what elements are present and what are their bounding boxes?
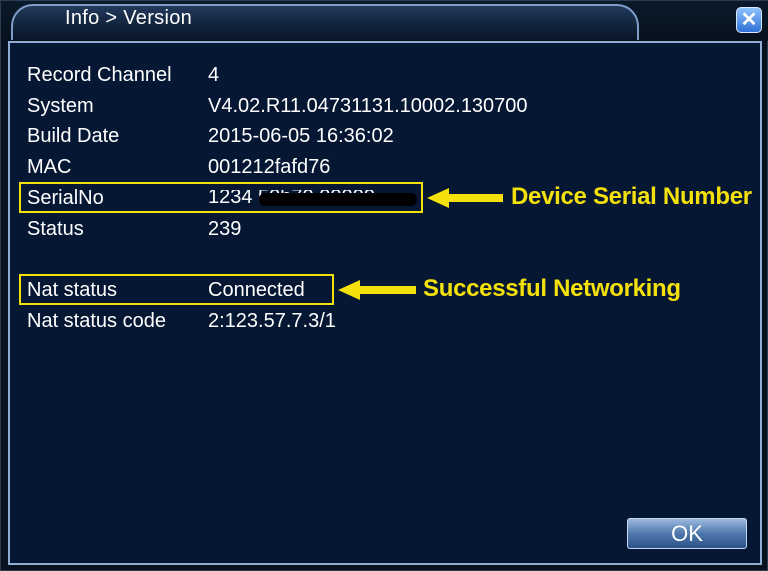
mac-value: 001212fafd76 bbox=[208, 156, 331, 178]
nat-highlight-box bbox=[19, 274, 334, 305]
title-bar: Info > Version ✕ bbox=[1, 1, 768, 41]
nat-status-code-value: 2:123.57.7.3/1 bbox=[208, 310, 336, 332]
status-value: 239 bbox=[208, 218, 242, 240]
close-button[interactable]: ✕ bbox=[736, 7, 762, 33]
nat-annotation: Successful Networking bbox=[423, 275, 681, 302]
system-label: System bbox=[27, 95, 94, 117]
record-channel-value: 4 bbox=[208, 64, 220, 86]
serial-annotation: Device Serial Number bbox=[511, 183, 752, 210]
dialog-title: Info > Version bbox=[65, 7, 193, 29]
serial-arrow-icon bbox=[427, 188, 503, 208]
status-label: Status bbox=[27, 218, 84, 240]
system-value: V4.02.R11.04731131.10002.130700 bbox=[208, 95, 528, 117]
ok-button[interactable]: OK bbox=[627, 518, 747, 549]
build-date-value: 2015-06-05 16:36:02 bbox=[208, 125, 394, 147]
version-dialog: Info > Version ✕ Record Channel 4 System… bbox=[0, 0, 768, 571]
mac-label: MAC bbox=[27, 156, 72, 178]
nat-arrow-icon bbox=[338, 280, 416, 300]
build-date-label: Build Date bbox=[27, 125, 120, 147]
nat-status-code-label: Nat status code bbox=[27, 310, 166, 332]
record-channel-label: Record Channel bbox=[27, 64, 172, 86]
close-icon: ✕ bbox=[740, 9, 758, 31]
serial-highlight-box bbox=[19, 182, 423, 213]
